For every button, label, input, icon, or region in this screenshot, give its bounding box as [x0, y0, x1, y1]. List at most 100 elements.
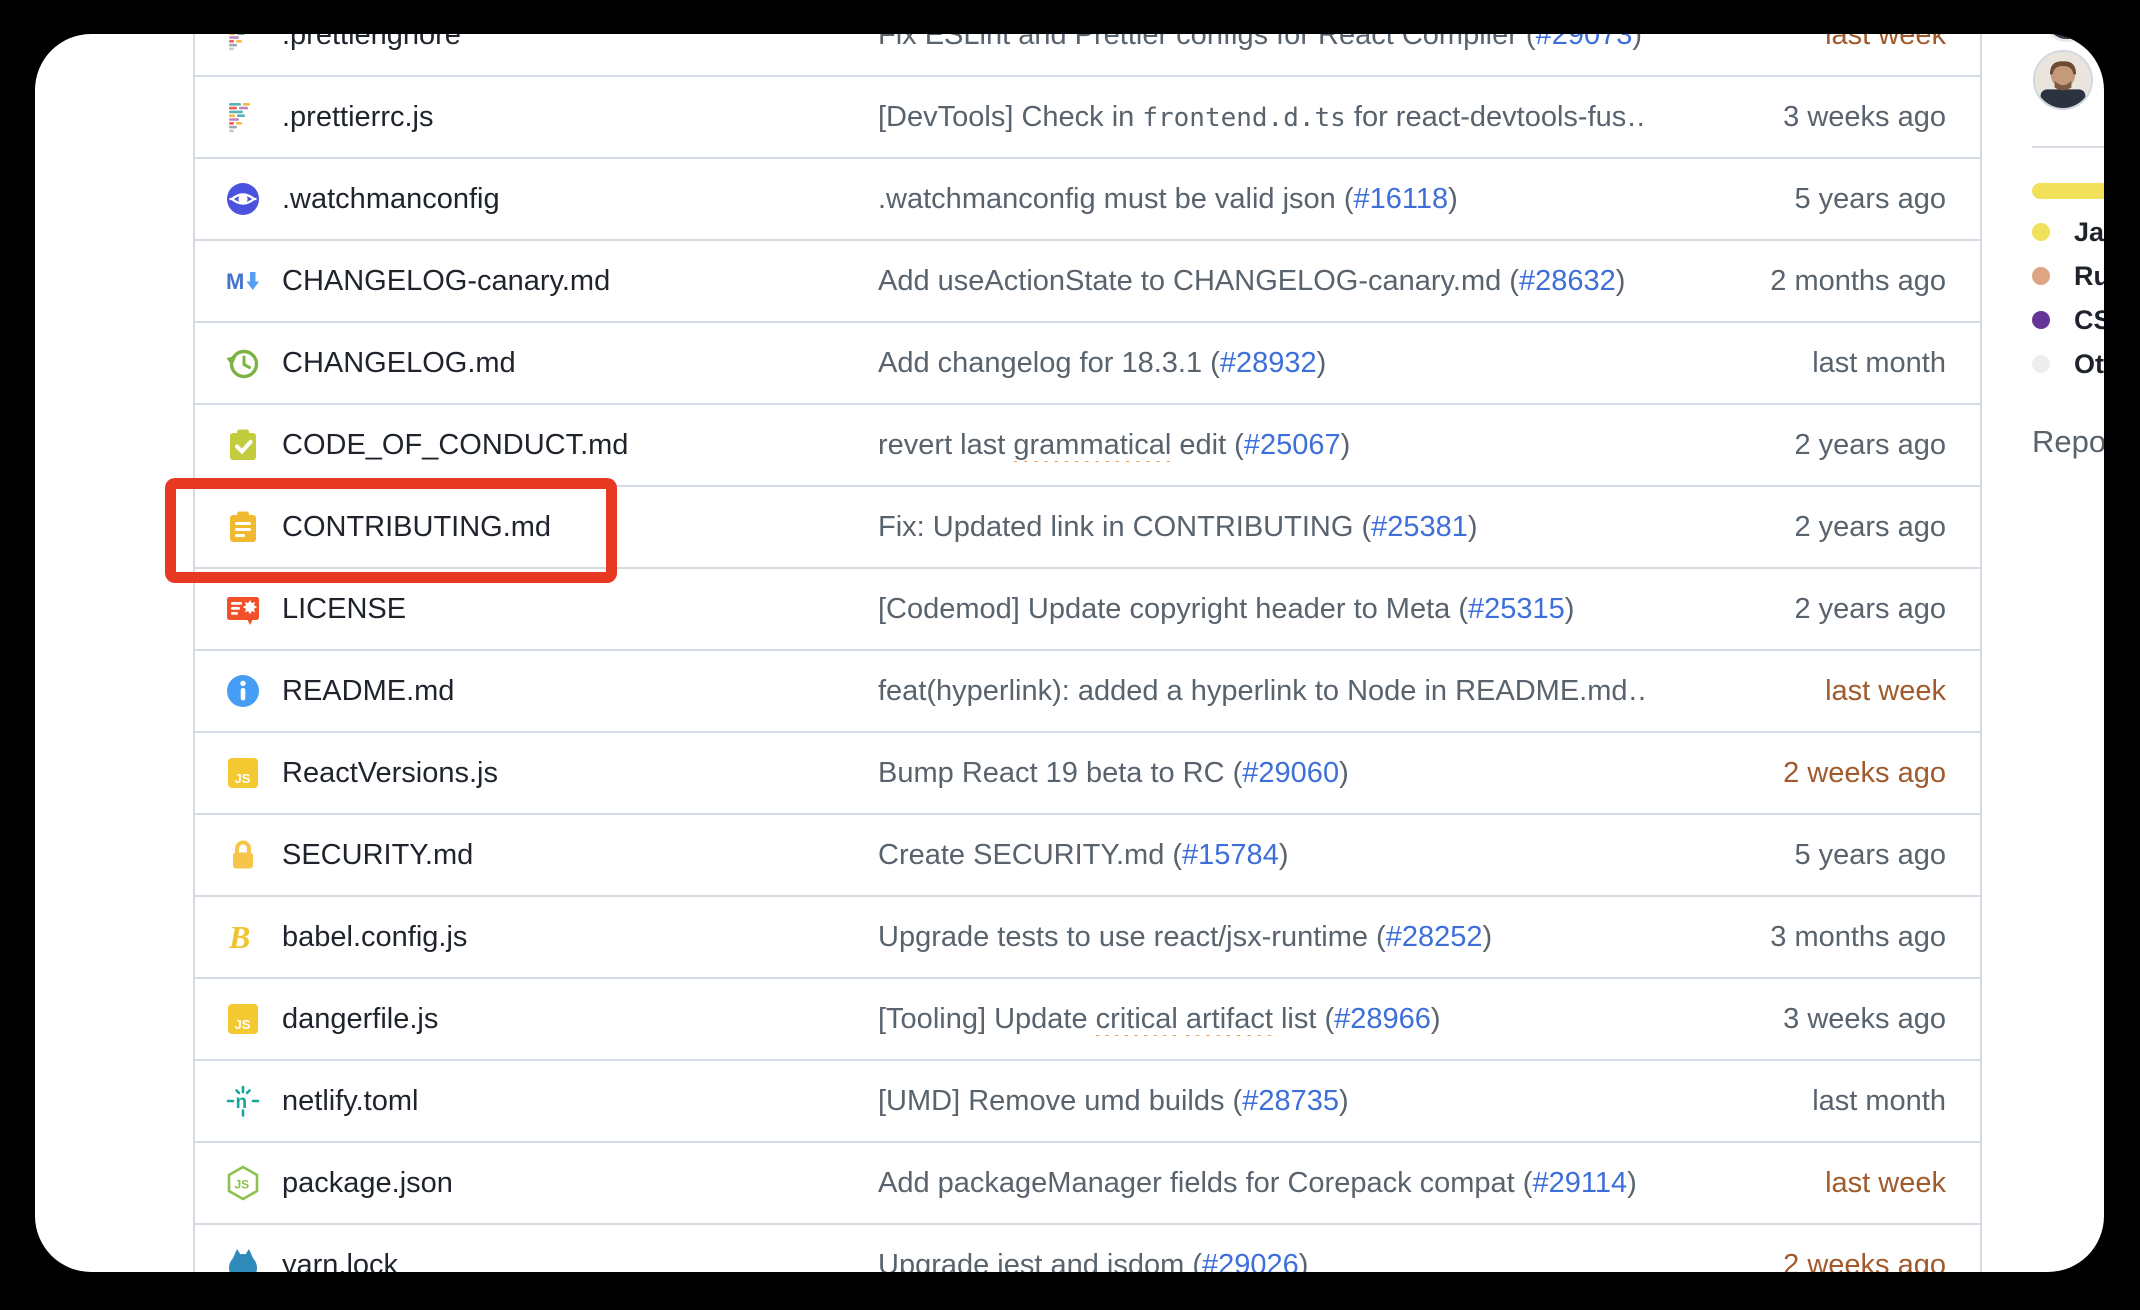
language-legend-item[interactable]: Ja — [2032, 210, 2104, 254]
spellcheck-word: grammatical — [1013, 429, 1171, 461]
file-name-link[interactable]: README.md — [282, 675, 878, 708]
commit-message-link[interactable]: Add packageManager fields for Corepack c… — [878, 1167, 1646, 1200]
file-row: CHANGELOG.mdAdd changelog for 18.3.1 (#2… — [195, 323, 1980, 405]
commit-date: 2 weeks ago — [1646, 1249, 1946, 1273]
language-legend: Ja Ru CS Ot — [2032, 210, 2104, 386]
commit-date: 3 months ago — [1646, 921, 1946, 954]
file-row: yarn.lockUpgrade jest and jsdom (#29026)… — [195, 1225, 1980, 1272]
svg-text:JS: JS — [235, 1017, 251, 1032]
info-circle-icon — [225, 673, 261, 709]
language-bar[interactable] — [2032, 183, 2104, 199]
commit-date: 3 weeks ago — [1646, 1003, 1946, 1036]
file-name-link[interactable]: .prettierrc.js — [282, 101, 878, 134]
file-row: README.mdfeat(hyperlink): added a hyperl… — [195, 651, 1980, 733]
commit-message-link[interactable]: [Tooling] Update critical artifact list … — [878, 1003, 1646, 1036]
pr-number-link[interactable]: #28252 — [1386, 921, 1483, 953]
commit-message-link[interactable]: Upgrade tests to use react/jsx-runtime (… — [878, 921, 1646, 954]
file-row: JS dangerfile.js[Tooling] Update critical… — [195, 979, 1980, 1061]
clipboard-check-icon — [225, 427, 261, 463]
pr-number-link[interactable]: #29114 — [1532, 1167, 1627, 1199]
pr-number-link[interactable]: #28966 — [1334, 1003, 1431, 1035]
language-legend-item[interactable]: CS — [2032, 298, 2104, 342]
commit-date: last week — [1646, 34, 1946, 52]
commit-message-link[interactable]: feat(hyperlink): added a hyperlink to No… — [878, 675, 1646, 708]
commit-message-link[interactable]: revert last grammatical edit (#25067) — [878, 429, 1646, 462]
annotation-highlight-box — [165, 478, 617, 583]
file-name-link[interactable]: .prettierignore — [282, 34, 878, 52]
file-row: .watchmanconfig.watchmanconfig must be v… — [195, 159, 1980, 241]
commit-message-link[interactable]: [DevTools] Check in frontend.d.ts for re… — [878, 101, 1646, 134]
file-row: .prettierrc.js[DevTools] Check in fronte… — [195, 77, 1980, 159]
file-name-link[interactable]: dangerfile.js — [282, 1003, 878, 1036]
commit-date: 5 years ago — [1646, 839, 1946, 872]
file-table: .prettierignoreFix ESLint and Prettier c… — [193, 34, 1982, 1272]
file-row: JS ReactVersions.jsBump React 19 beta to … — [195, 733, 1980, 815]
file-row: .prettierignoreFix ESLint and Prettier c… — [195, 34, 1980, 77]
commit-date: last month — [1646, 1085, 1946, 1118]
file-name-link[interactable]: netlify.toml — [282, 1085, 878, 1118]
padlock-icon — [225, 837, 261, 873]
pr-number-link[interactable]: #28632 — [1519, 265, 1616, 297]
file-name-link[interactable]: LICENSE — [282, 593, 878, 626]
language-color-dot — [2032, 355, 2050, 373]
file-name-link[interactable]: package.json — [282, 1167, 878, 1200]
commit-message-link[interactable]: Bump React 19 beta to RC (#29060) — [878, 757, 1646, 790]
language-legend-item[interactable]: Ru — [2032, 254, 2104, 298]
file-name-link[interactable]: CHANGELOG.md — [282, 347, 878, 380]
commit-message-link[interactable]: Create SECURITY.md (#15784) — [878, 839, 1646, 872]
svg-text:JS: JS — [235, 1178, 250, 1192]
commit-message-link[interactable]: .watchmanconfig must be valid json (#161… — [878, 183, 1646, 216]
pr-number-link[interactable]: #29026 — [1202, 1249, 1299, 1273]
pr-number-link[interactable]: #25067 — [1244, 429, 1341, 461]
language-color-dot — [2032, 311, 2050, 329]
commit-message-link[interactable]: Fix ESLint and Prettier configs for Reac… — [878, 34, 1646, 52]
commit-date: 5 years ago — [1646, 183, 1946, 216]
pr-number-link[interactable]: #29060 — [1242, 757, 1339, 789]
babel-icon: B — [225, 919, 261, 955]
browser-window: .prettierignoreFix ESLint and Prettier c… — [35, 34, 2104, 1272]
commit-date: last month — [1646, 347, 1946, 380]
contributor-avatar-partial[interactable] — [2043, 34, 2091, 42]
pr-number-link[interactable]: #28735 — [1242, 1085, 1339, 1117]
language-legend-item[interactable]: Ot — [2032, 342, 2104, 386]
commit-date: 2 years ago — [1646, 593, 1946, 626]
screenshot-frame: .prettierignoreFix ESLint and Prettier c… — [0, 0, 2140, 1310]
history-clock-icon — [225, 345, 261, 381]
pr-number-link[interactable]: #16118 — [1354, 183, 1449, 215]
pr-number-link[interactable]: #25315 — [1468, 593, 1565, 625]
certificate-icon — [225, 591, 261, 627]
file-name-link[interactable]: .watchmanconfig — [282, 183, 878, 216]
file-name-link[interactable]: CHANGELOG-canary.md — [282, 265, 878, 298]
commit-message-link[interactable]: Add changelog for 18.3.1 (#28932) — [878, 347, 1646, 380]
js-square-icon: JS — [225, 1001, 261, 1037]
language-label: CS — [2074, 305, 2104, 336]
svg-text:JS: JS — [235, 771, 251, 786]
file-name-link[interactable]: ReactVersions.js — [282, 757, 878, 790]
language-label: Ru — [2074, 261, 2104, 292]
language-color-dot — [2032, 267, 2050, 285]
pr-number-link[interactable]: #29073 — [1536, 34, 1633, 51]
commit-date: 2 months ago — [1646, 265, 1946, 298]
inline-code: frontend.d.ts — [1142, 103, 1346, 133]
file-name-link[interactable]: SECURITY.md — [282, 839, 878, 872]
commit-message-link[interactable]: Add useActionState to CHANGELOG-canary.m… — [878, 265, 1646, 298]
commit-date: 2 years ago — [1646, 429, 1946, 462]
commit-message-link[interactable]: Fix: Updated link in CONTRIBUTING (#2538… — [878, 511, 1646, 544]
commit-date: 2 weeks ago — [1646, 757, 1946, 790]
pr-number-link[interactable]: #28932 — [1220, 347, 1317, 379]
contributor-avatar[interactable] — [2033, 50, 2093, 110]
svg-text:B: B — [228, 919, 250, 955]
pr-number-link[interactable]: #25381 — [1371, 511, 1468, 543]
file-name-link[interactable]: babel.config.js — [282, 921, 878, 954]
file-name-link[interactable]: yarn.lock — [282, 1249, 878, 1273]
spellcheck-word: critical — [1096, 1003, 1178, 1035]
commit-message-link[interactable]: Upgrade jest and jsdom (#29026) — [878, 1249, 1646, 1273]
commit-message-link[interactable]: [Codemod] Update copyright header to Met… — [878, 593, 1646, 626]
language-color-dot — [2032, 223, 2050, 241]
file-name-link[interactable]: CODE_OF_CONDUCT.md — [282, 429, 878, 462]
file-row: JS package.jsonAdd packageManager fields … — [195, 1143, 1980, 1225]
report-repository-link[interactable]: Repor — [2032, 424, 2104, 460]
svg-text:M: M — [226, 269, 244, 294]
pr-number-link[interactable]: #15784 — [1182, 839, 1279, 871]
commit-message-link[interactable]: [UMD] Remove umd builds (#28735) — [878, 1085, 1646, 1118]
